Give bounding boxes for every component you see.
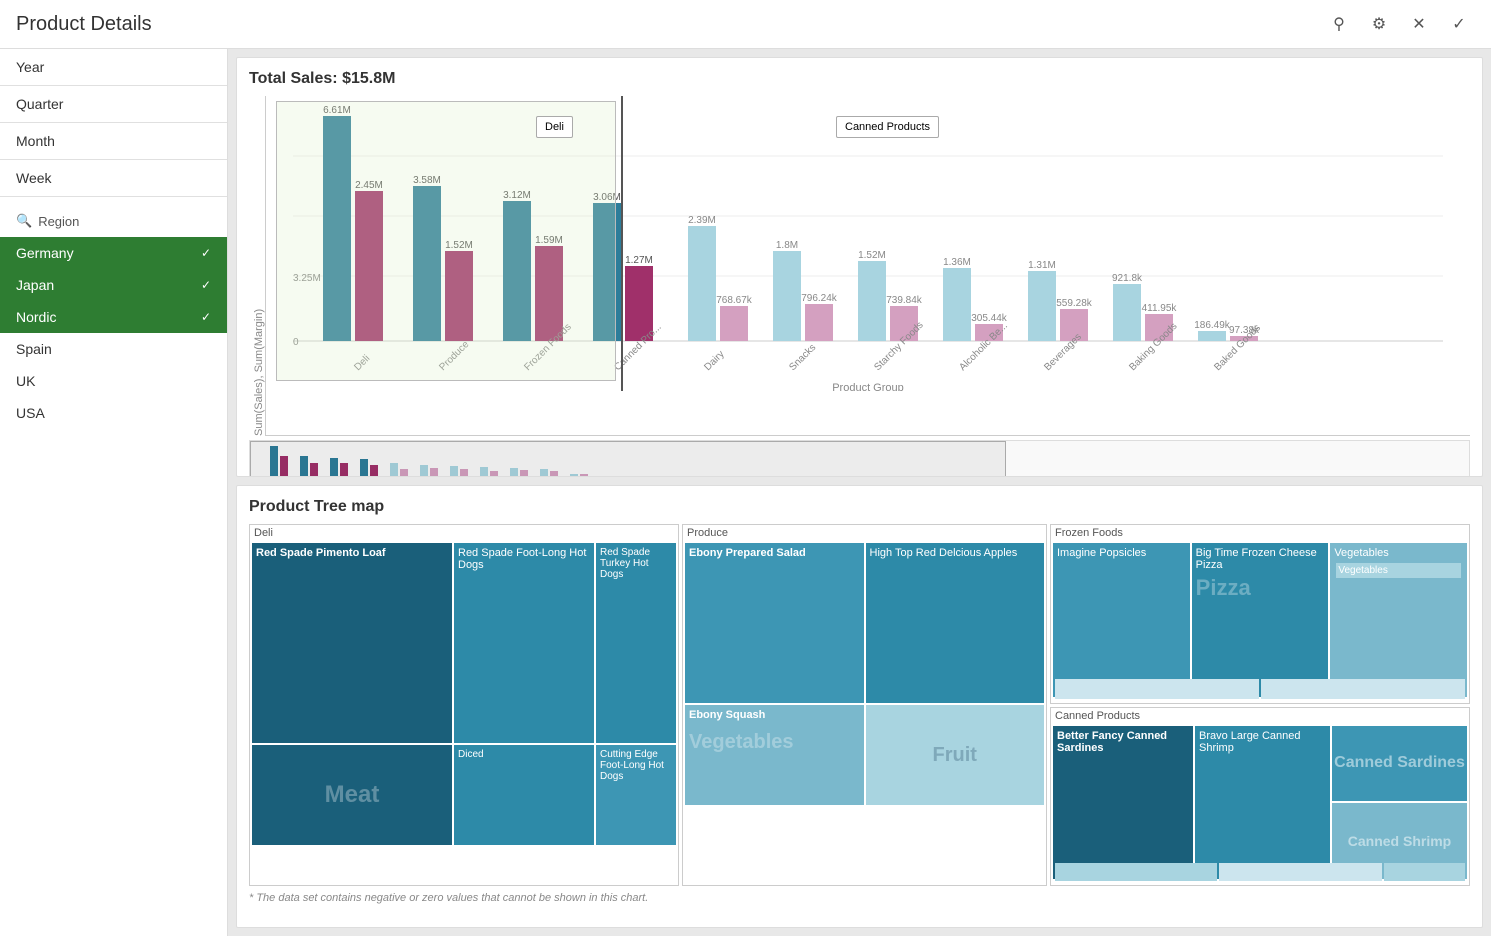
bars-container: Deli Canned Products (265, 96, 1470, 436)
tm-tile-turkey: Red Spade Turkey Hot Dogs (596, 543, 676, 743)
svg-text:Dairy: Dairy (702, 349, 726, 373)
search-mode-icon[interactable]: ⚲ (1323, 8, 1355, 40)
treemap-produce-label: Produce (683, 525, 1046, 541)
settings-icon[interactable]: ⚙ (1363, 8, 1395, 40)
tm-tile-sardines: Better Fancy Canned Sardines (1053, 726, 1193, 880)
svg-text:1.8M: 1.8M (776, 240, 798, 251)
region-usa[interactable]: USA (0, 397, 227, 429)
region-uk[interactable]: UK (0, 365, 227, 397)
region-japan[interactable]: Japan ✓ (0, 269, 227, 301)
check-japan: ✓ (201, 278, 211, 292)
close-icon[interactable]: ✕ (1403, 8, 1435, 40)
chart-minimap[interactable] (249, 440, 1470, 477)
treemap-container: Deli Red Spade Pimento Loaf Red Spade Fo… (249, 524, 1470, 886)
region-section: 🔍 Region Germany ✓ Japan ✓ Nordic ✓ Spai… (0, 205, 227, 429)
tm-tile-squash: Ebony Squash Vegetables (685, 705, 864, 805)
svg-text:1.52M: 1.52M (858, 250, 886, 261)
tm-tile-footlong: Red Spade Foot-Long Hot Dogs (454, 543, 594, 743)
header: Product Details ⚲ ⚙ ✕ ✓ (0, 0, 1491, 49)
filter-quarter[interactable]: Quarter (0, 86, 227, 123)
treemap-frozen-bottom (1055, 679, 1465, 699)
svg-text:796.24k: 796.24k (801, 293, 838, 304)
svg-text:186.49k: 186.49k (1194, 320, 1231, 331)
tm-tile-meat: Meat (252, 745, 452, 845)
tm-tile-cutting: Cutting Edge Foot-Long Hot Dogs (596, 745, 676, 845)
svg-text:1.31M: 1.31M (1028, 260, 1056, 271)
treemap-title: Product Tree map (249, 498, 1470, 516)
body: Year Quarter Month Week 🔍 Region Germany… (0, 49, 1491, 936)
treemap-deli-section: Deli Red Spade Pimento Loaf Red Spade Fo… (249, 524, 679, 886)
tm-tile-apples: High Top Red Delcious Apples (866, 543, 1045, 703)
svg-text:Snacks: Snacks (787, 342, 818, 373)
tooltip-deli: Deli (536, 116, 573, 138)
svg-text:739.84k: 739.84k (886, 295, 923, 306)
main-content: Total Sales: $15.8M Sum(Sales), Sum(Marg… (228, 49, 1491, 936)
tm-tile-diced: Diced (454, 745, 594, 845)
check-nordic: ✓ (201, 310, 211, 324)
treemap-canned-bottom (1055, 863, 1465, 881)
confirm-icon[interactable]: ✓ (1443, 8, 1475, 40)
treemap-canned-section: Canned Products Better Fancy Canned Sard… (1050, 707, 1470, 887)
page-title: Product Details (16, 13, 1323, 36)
treemap-canned-label: Canned Products (1051, 708, 1469, 724)
filter-week[interactable]: Week (0, 160, 227, 197)
chart-area: Sum(Sales), Sum(Margin) Deli Canned Prod… (249, 96, 1470, 436)
region-label: Region (38, 214, 79, 229)
treemap-frozen-section: Frozen Foods Imagine Popsicles Big Time … (1050, 524, 1470, 704)
filter-month[interactable]: Month (0, 123, 227, 160)
check-germany: ✓ (201, 246, 211, 260)
treemap-deli-label: Deli (250, 525, 678, 541)
tm-tile-fruit: Fruit (866, 705, 1045, 805)
search-icon: 🔍 (16, 213, 32, 229)
filter-year[interactable]: Year (0, 49, 227, 86)
region-spain[interactable]: Spain (0, 333, 227, 365)
header-icons: ⚲ ⚙ ✕ ✓ (1323, 8, 1475, 40)
region-germany[interactable]: Germany ✓ (0, 237, 227, 269)
sidebar: Year Quarter Month Week 🔍 Region Germany… (0, 49, 228, 936)
svg-text:411.95k: 411.95k (1142, 303, 1178, 314)
tm-tile-canned-right: Canned Sardines Canned Shrimp (1332, 726, 1467, 880)
region-nordic[interactable]: Nordic ✓ (0, 301, 227, 333)
y-axis-label: Sum(Sales), Sum(Margin) (249, 96, 265, 436)
svg-text:2.39M: 2.39M (688, 215, 716, 226)
minimap-handle[interactable] (250, 441, 1006, 477)
svg-text:559.28k: 559.28k (1056, 298, 1093, 309)
tm-tile-frozen-misc: Vegetables Vegetables (1330, 543, 1467, 697)
svg-text:1.36M: 1.36M (943, 257, 971, 268)
treemap-panel: Product Tree map Deli Red Spade Pimento … (236, 485, 1483, 928)
chart-panel: Total Sales: $15.8M Sum(Sales), Sum(Marg… (236, 57, 1483, 477)
treemap-produce-section: Produce Ebony Prepared Salad High Top Re… (682, 524, 1047, 886)
treemap-right-col: Frozen Foods Imagine Popsicles Big Time … (1050, 524, 1470, 886)
tm-tile-salad: Ebony Prepared Salad (685, 543, 864, 703)
tm-tile-popsicles: Imagine Popsicles (1053, 543, 1190, 697)
svg-text:1.27M: 1.27M (625, 255, 653, 266)
svg-text:768.67k: 768.67k (716, 295, 753, 306)
tm-tile-pimento: Red Spade Pimento Loaf (252, 543, 452, 743)
region-header: 🔍 Region (0, 205, 227, 237)
treemap-frozen-label: Frozen Foods (1051, 525, 1469, 541)
tooltip-canned: Canned Products (836, 116, 939, 138)
tm-tile-shrimp: Bravo Large Canned Shrimp (1195, 726, 1330, 880)
disclaimer: * The data set contains negative or zero… (249, 892, 1470, 904)
svg-text:921.8k: 921.8k (1112, 273, 1143, 284)
chart-title: Total Sales: $15.8M (249, 70, 1470, 88)
svg-text:Product Group: Product Group (832, 382, 904, 391)
tm-tile-pizza: Big Time Frozen Cheese Pizza Pizza (1192, 543, 1329, 697)
